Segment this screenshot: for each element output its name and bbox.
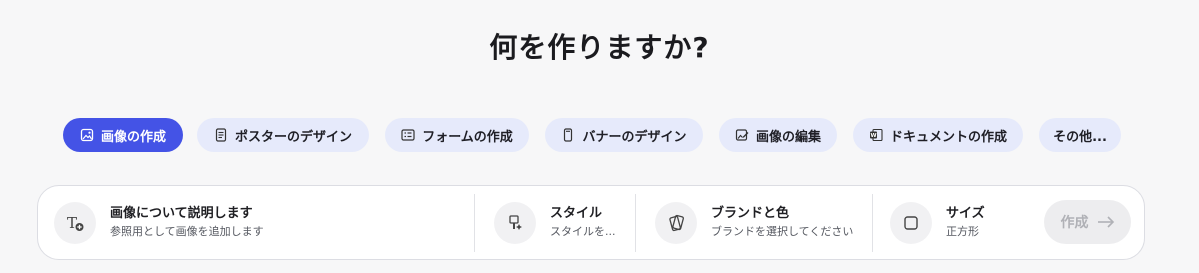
brand-color-selector[interactable]: ブランドと色 ブランドを選択してください [655, 186, 875, 259]
word-document-icon: W [869, 128, 883, 142]
brand-subtitle: ブランドを選択してください [711, 225, 854, 238]
text-add-icon: T [54, 201, 96, 244]
chip-create-image[interactable]: 画像の作成 [63, 118, 183, 152]
page-title: 何を作りますか? [489, 31, 710, 64]
phone-banner-icon [561, 128, 575, 142]
chip-design-poster[interactable]: ポスターのデザイン [197, 118, 369, 152]
form-icon [401, 128, 415, 142]
chip-more[interactable]: その他... [1039, 118, 1121, 152]
size-subtitle: 正方形 [946, 225, 979, 238]
image-icon [80, 128, 94, 142]
create-button-label: 作成 [1060, 215, 1089, 231]
describe-title: 画像について説明します [110, 206, 253, 221]
chip-create-document[interactable]: W ドキュメントの作成 [853, 118, 1023, 152]
chip-design-banner[interactable]: バナーのデザイン [545, 118, 703, 152]
size-title: サイズ [946, 206, 985, 221]
create-button[interactable]: 作成 [1044, 200, 1131, 244]
divider [635, 194, 636, 252]
chip-label: フォームの作成 [422, 129, 513, 145]
size-selector[interactable]: サイズ 正方形 [890, 186, 1030, 259]
chip-edit-image[interactable]: 画像の編集 [719, 118, 837, 152]
brand-palette-icon [655, 201, 697, 244]
document-icon [214, 128, 228, 142]
image-edit-icon [735, 128, 749, 142]
style-selector[interactable]: スタイル スタイルを... [494, 186, 634, 259]
chip-label: ポスターのデザイン [234, 129, 352, 145]
describe-image-section[interactable]: T 画像について説明します 参照用として画像を追加します [54, 186, 474, 259]
style-subtitle: スタイルを... [550, 225, 616, 238]
style-title: スタイル [550, 206, 603, 221]
describe-subtitle: 参照用として画像を追加します [110, 225, 264, 238]
chip-label: ドキュメントの作成 [889, 129, 1007, 145]
style-brush-icon [494, 201, 536, 244]
chip-create-form[interactable]: フォームの作成 [385, 118, 529, 152]
prompt-panel: T 画像について説明します 参照用として画像を追加します スタイル スタイルを.… [37, 185, 1145, 260]
divider [474, 194, 475, 252]
chip-label: その他... [1053, 129, 1107, 145]
divider [872, 194, 873, 252]
chip-label: バナーのデザイン [582, 129, 687, 145]
square-icon [890, 201, 932, 244]
chip-label: 画像の作成 [100, 129, 166, 145]
brand-title: ブランドと色 [711, 206, 790, 221]
svg-text:T: T [67, 214, 77, 232]
arrow-right-icon [1097, 215, 1115, 229]
chip-label: 画像の編集 [755, 129, 821, 145]
svg-text:W: W [870, 133, 876, 139]
